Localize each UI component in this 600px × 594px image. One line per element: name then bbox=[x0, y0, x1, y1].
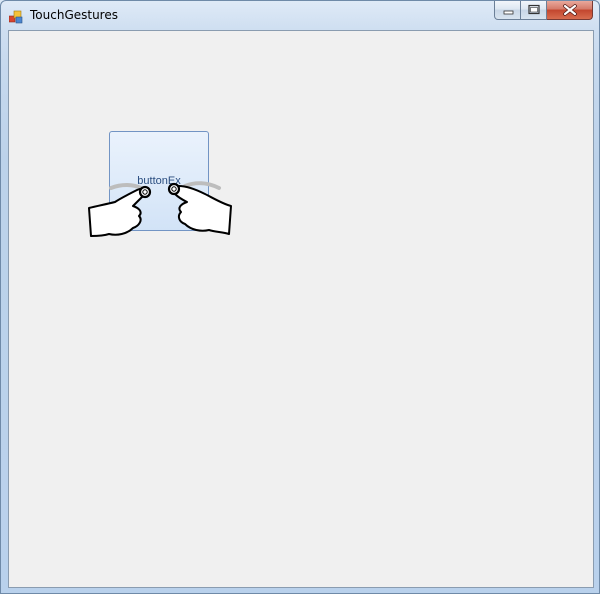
close-icon bbox=[563, 4, 577, 16]
button-ex[interactable]: buttonEx bbox=[109, 131, 209, 231]
button-ex-label: buttonEx bbox=[137, 175, 181, 187]
maximize-button[interactable] bbox=[521, 1, 547, 20]
window-title: TouchGestures bbox=[30, 8, 118, 22]
minimize-button[interactable] bbox=[494, 1, 521, 20]
app-icon[interactable] bbox=[8, 9, 23, 24]
close-button[interactable] bbox=[547, 1, 593, 20]
title-bar[interactable]: TouchGestures bbox=[1, 1, 599, 29]
minimize-icon bbox=[503, 10, 514, 15]
app-window: TouchGestures buttonEx bbox=[0, 0, 600, 594]
client-area: buttonEx bbox=[8, 30, 594, 588]
caption-buttons bbox=[494, 1, 593, 21]
maximize-icon bbox=[528, 4, 540, 15]
